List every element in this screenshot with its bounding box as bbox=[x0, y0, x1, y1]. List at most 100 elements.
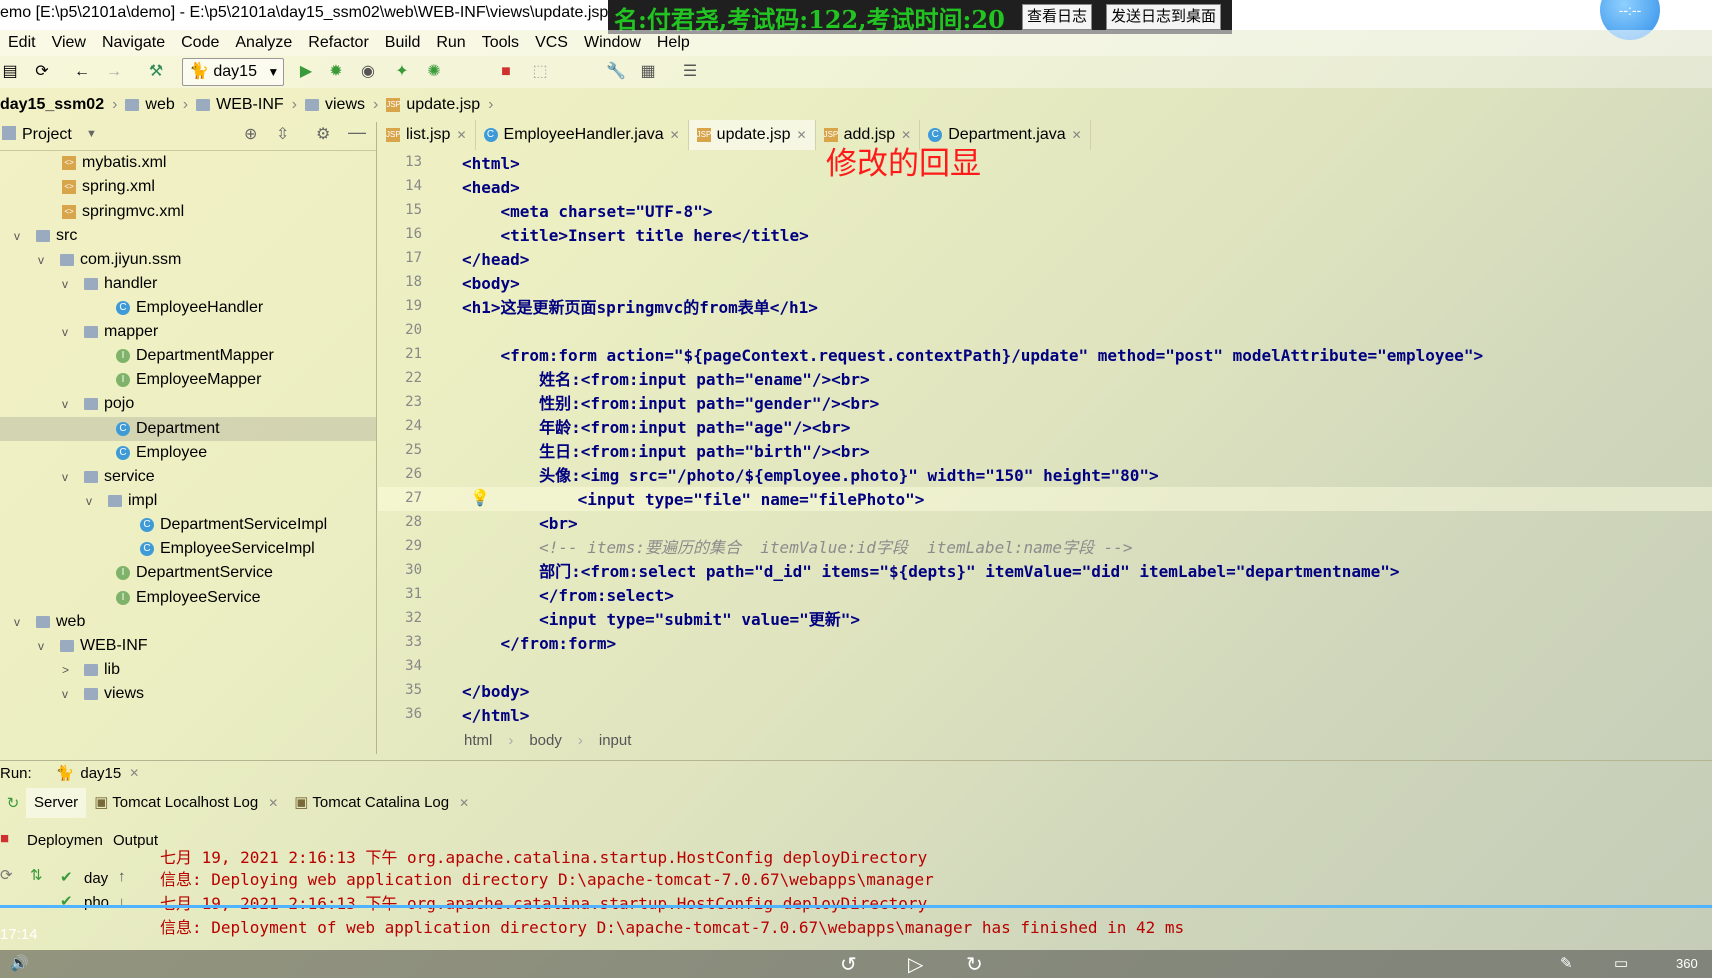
play-icon[interactable]: ▷ bbox=[908, 952, 923, 977]
close-icon[interactable]: ✕ bbox=[456, 128, 466, 142]
structure-icon[interactable]: ⬚ bbox=[530, 62, 550, 82]
refresh-icon[interactable]: ⟳ bbox=[0, 866, 13, 884]
tree-item-web-inf[interactable]: v WEB-INF bbox=[38, 634, 148, 658]
chevron-down-icon[interactable]: v bbox=[62, 272, 76, 296]
run-icon[interactable]: ▶ bbox=[296, 62, 316, 82]
send-log-button[interactable]: 发送日志到桌面 bbox=[1106, 4, 1222, 30]
stop-icon[interactable]: ■ bbox=[0, 830, 9, 847]
tree-item-impl[interactable]: v impl bbox=[86, 489, 157, 513]
tab-employeehandler-java[interactable]: C EmployeeHandler.java ✕ bbox=[476, 120, 689, 150]
menu-help[interactable]: Help bbox=[649, 30, 698, 56]
menu-window[interactable]: Window bbox=[576, 30, 649, 56]
tree-item-mapper[interactable]: v mapper bbox=[62, 320, 158, 344]
tree-item-handler[interactable]: v handler bbox=[62, 272, 157, 296]
close-icon[interactable]: ✕ bbox=[459, 796, 469, 810]
crumb-html[interactable]: html bbox=[378, 732, 500, 749]
tab-list-jsp[interactable]: JSP list.jsp ✕ bbox=[378, 120, 476, 150]
chevron-down-icon[interactable]: v bbox=[86, 489, 100, 513]
deployment-item[interactable]: pho bbox=[84, 894, 109, 911]
deployment-item[interactable]: day bbox=[84, 870, 108, 887]
tree-item-pojo[interactable]: v pojo bbox=[62, 392, 134, 416]
tab-tomcat-catalina-log[interactable]: ▣ Tomcat Catalina Log ✕ bbox=[286, 788, 477, 818]
save-icon[interactable]: ▤ bbox=[0, 62, 20, 82]
menu-view[interactable]: View bbox=[44, 30, 94, 56]
rewind-icon[interactable]: ↺ bbox=[840, 952, 857, 977]
rerun-icon[interactable]: ↻ bbox=[0, 794, 26, 812]
chevron-down-icon[interactable]: v bbox=[14, 610, 28, 634]
tree-item-spring-xml[interactable]: <> spring.xml bbox=[62, 175, 155, 199]
tree-item-employee[interactable]: C Employee bbox=[116, 441, 207, 465]
tree-item-employeeserviceimpl[interactable]: C EmployeeServiceImpl bbox=[140, 537, 315, 561]
gear-icon[interactable]: ⚙ bbox=[316, 124, 330, 144]
stop-icon[interactable]: ■ bbox=[496, 62, 516, 82]
tree-item-departmentmapper[interactable]: I DepartmentMapper bbox=[116, 344, 274, 368]
wrench-icon[interactable]: 🔧 bbox=[606, 62, 626, 82]
run-config-tab[interactable]: day15 bbox=[80, 765, 121, 782]
tab-server[interactable]: Server bbox=[26, 788, 87, 818]
forward-icon[interactable]: → bbox=[104, 62, 124, 82]
video-progress-bar[interactable] bbox=[0, 905, 1712, 908]
close-icon[interactable]: ✕ bbox=[797, 128, 807, 142]
chevron-down-icon[interactable]: v bbox=[62, 320, 76, 344]
breadcrumb-web-inf[interactable]: WEB-INF bbox=[188, 96, 292, 114]
tab-update-jsp[interactable]: JSP update.jsp ✕ bbox=[688, 120, 816, 150]
tree-item-employeeservice[interactable]: I EmployeeService bbox=[116, 586, 261, 610]
crumb-input[interactable]: input bbox=[591, 732, 640, 749]
project-panel-title[interactable]: Project bbox=[22, 126, 72, 144]
tree-item-employeehandler[interactable]: C EmployeeHandler bbox=[116, 296, 263, 320]
tree-item-departmentservice[interactable]: I DepartmentService bbox=[116, 561, 273, 585]
volume-icon[interactable]: 🔊 bbox=[10, 954, 29, 972]
tree-item-lib[interactable]: > lib bbox=[62, 658, 120, 682]
back-icon[interactable]: ← bbox=[72, 62, 92, 82]
forward-icon[interactable]: ↻ bbox=[966, 952, 983, 977]
tasks-icon[interactable]: ☰ bbox=[680, 62, 700, 82]
screen-icon[interactable]: ▭ bbox=[1614, 954, 1628, 972]
menu-navigate[interactable]: Navigate bbox=[94, 30, 173, 56]
chevron-down-icon[interactable]: ▼ bbox=[86, 128, 97, 140]
menu-refactor[interactable]: Refactor bbox=[300, 30, 376, 56]
tree-item-src[interactable]: v src bbox=[14, 224, 77, 248]
menu-edit[interactable]: Edit bbox=[0, 30, 44, 56]
close-icon[interactable]: ✕ bbox=[268, 796, 278, 810]
chevron-down-icon[interactable]: v bbox=[14, 224, 28, 248]
sync-icon[interactable]: ⟳ bbox=[32, 62, 52, 82]
build-hammer-icon[interactable]: ⚒ bbox=[146, 62, 166, 82]
panel-divider[interactable] bbox=[376, 122, 377, 754]
chevron-down-icon[interactable]: v bbox=[38, 248, 52, 272]
profile-icon[interactable]: ✦ bbox=[392, 62, 412, 82]
breadcrumb-file[interactable]: JSP update.jsp bbox=[378, 96, 488, 114]
locate-icon[interactable]: ⊕ bbox=[244, 124, 257, 144]
tree-item-employeemapper[interactable]: I EmployeeMapper bbox=[116, 368, 261, 392]
chevron-down-icon[interactable]: v bbox=[62, 682, 76, 706]
view-log-button[interactable]: 查看日志 bbox=[1022, 4, 1093, 30]
breadcrumb-views[interactable]: views bbox=[297, 96, 373, 114]
tree-item-package[interactable]: v com.jiyun.ssm bbox=[38, 248, 181, 272]
console-output[interactable]: 七月 19, 2021 2:16:13 下午 org.apache.catali… bbox=[160, 848, 1712, 952]
hide-panel-icon[interactable]: — bbox=[348, 122, 366, 143]
coverage-icon[interactable]: ◉ bbox=[358, 62, 378, 82]
menu-build[interactable]: Build bbox=[377, 30, 429, 56]
menu-analyze[interactable]: Analyze bbox=[227, 30, 300, 56]
close-icon[interactable]: ✕ bbox=[670, 128, 680, 142]
edit-icon[interactable]: ✎ bbox=[1560, 954, 1573, 972]
close-icon[interactable]: ✕ bbox=[1072, 128, 1082, 142]
tree-item-service[interactable]: v service bbox=[62, 465, 155, 489]
tree-item-web[interactable]: v web bbox=[14, 610, 85, 634]
tree-item-departmentserviceimpl[interactable]: C DepartmentServiceImpl bbox=[140, 513, 327, 537]
tab-tomcat-localhost-log[interactable]: ▣ Tomcat Localhost Log ✕ bbox=[86, 788, 286, 818]
deploy-icon[interactable]: ⇅ bbox=[30, 866, 43, 884]
crumb-body[interactable]: body bbox=[521, 732, 570, 749]
breadcrumb-web[interactable]: web bbox=[117, 96, 182, 114]
chevron-down-icon[interactable]: v bbox=[62, 392, 76, 416]
run-config-selector[interactable]: 🐈 day15 ▼ bbox=[182, 58, 284, 86]
arrow-up-icon[interactable]: ↑ bbox=[118, 868, 126, 885]
debug-icon[interactable]: ✹ bbox=[326, 62, 346, 82]
collapse-all-icon[interactable]: ⇳ bbox=[276, 124, 289, 144]
tree-item-department[interactable]: C Department bbox=[0, 417, 376, 441]
tree-item-springmvc-xml[interactable]: <> springmvc.xml bbox=[62, 200, 184, 224]
close-icon[interactable]: ✕ bbox=[129, 766, 139, 780]
project-structure-icon[interactable]: ▦ bbox=[638, 62, 658, 82]
tree-item-mybatis-xml[interactable]: <> mybatis.xml bbox=[62, 151, 166, 175]
breadcrumb-project[interactable]: day15_ssm02 bbox=[0, 96, 112, 114]
menu-code[interactable]: Code bbox=[173, 30, 227, 56]
